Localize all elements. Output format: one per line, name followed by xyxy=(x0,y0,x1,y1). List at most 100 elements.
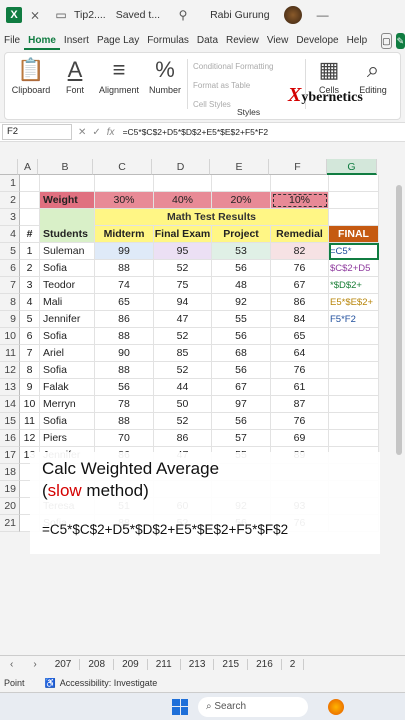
cell-final-exam[interactable]: 95 xyxy=(154,243,212,260)
cell-name[interactable]: Sofia xyxy=(40,328,95,345)
cell-final[interactable] xyxy=(329,396,379,413)
weight-midterm[interactable]: 30% xyxy=(95,192,154,209)
sheet-tab[interactable]: 209 xyxy=(114,659,148,670)
cell-remedial[interactable]: 76 xyxy=(271,260,329,277)
cell-remedial[interactable]: 76 xyxy=(271,362,329,379)
cell-final-exam[interactable]: 50 xyxy=(154,396,212,413)
row-header[interactable]: 8 xyxy=(0,294,20,311)
formula-input[interactable]: =C5*$C$2+D5*$D$2+E5*$E$2+F5*F2 xyxy=(123,127,269,137)
enter-icon[interactable]: ✓ xyxy=(92,127,100,138)
final-exam-header[interactable]: Final Exam xyxy=(154,226,212,243)
row-header[interactable]: 19 xyxy=(0,481,20,498)
cell-project[interactable]: 53 xyxy=(212,243,271,260)
col-header-g[interactable]: G xyxy=(327,159,377,175)
weight-project[interactable]: 20% xyxy=(212,192,271,209)
row-header[interactable]: 5 xyxy=(0,243,20,260)
cell-midterm[interactable]: 74 xyxy=(95,277,154,294)
search-icon[interactable]: ⚲ xyxy=(170,0,196,30)
cell-remedial[interactable]: 87 xyxy=(271,396,329,413)
col-header-b[interactable]: B xyxy=(38,159,93,175)
cell-remedial[interactable]: 76 xyxy=(271,413,329,430)
cell-name[interactable]: Sofia xyxy=(40,260,95,277)
accessibility-status[interactable]: Accessibility: Investigate xyxy=(60,678,158,688)
windows-start-icon[interactable] xyxy=(172,698,188,715)
row-header[interactable]: 13 xyxy=(0,379,20,396)
number-group[interactable]: % Number xyxy=(145,55,185,95)
sheet-tab[interactable]: 211 xyxy=(148,659,181,670)
sheet-tab[interactable]: 207 xyxy=(47,659,81,670)
select-all-corner[interactable] xyxy=(0,159,18,175)
cell[interactable] xyxy=(95,175,154,192)
weight-final-exam[interactable]: 40% xyxy=(154,192,212,209)
cell-final[interactable] xyxy=(329,345,379,362)
sheet-tab[interactable]: 213 xyxy=(181,659,215,670)
vertical-scrollbar[interactable] xyxy=(395,175,403,575)
cell-midterm[interactable]: 65 xyxy=(95,294,154,311)
cell[interactable] xyxy=(20,209,40,226)
cell-midterm[interactable]: 99 xyxy=(95,243,154,260)
cell-name[interactable]: Sofia xyxy=(40,362,95,379)
row-header[interactable]: 17 xyxy=(0,447,20,464)
cell-midterm[interactable]: 88 xyxy=(95,413,154,430)
cell[interactable] xyxy=(20,192,40,209)
cell-remedial[interactable]: 82 xyxy=(271,243,329,260)
accessibility-icon[interactable]: ♿ xyxy=(45,678,56,689)
weight-remedial[interactable]: 10% xyxy=(271,192,329,209)
cell-final-exam[interactable]: 52 xyxy=(154,328,212,345)
cell-num[interactable]: 3 xyxy=(20,277,40,294)
cell-remedial[interactable]: 67 xyxy=(271,277,329,294)
cell-name[interactable]: Teodor xyxy=(40,277,95,294)
cell[interactable] xyxy=(329,192,379,209)
cell-project[interactable]: 56 xyxy=(212,328,271,345)
cell-project[interactable]: 67 xyxy=(212,379,271,396)
alignment-group[interactable]: ≡ Alignment xyxy=(95,55,143,95)
prev-sheet-icon[interactable]: ‹ xyxy=(0,659,23,670)
cancel-icon[interactable]: ✕ xyxy=(78,127,86,138)
tab-page-layout[interactable]: Page Lay xyxy=(93,32,143,50)
cell-project[interactable]: 55 xyxy=(212,311,271,328)
cell-name[interactable]: Falak xyxy=(40,379,95,396)
cell-remedial[interactable]: 86 xyxy=(271,294,329,311)
row-header[interactable]: 18 xyxy=(0,464,20,481)
hash-header[interactable]: # xyxy=(20,226,40,243)
cell-num[interactable]: 1 xyxy=(20,243,40,260)
comments-button[interactable]: ▢ xyxy=(381,33,392,49)
row-header[interactable]: 10 xyxy=(0,328,20,345)
cell-name[interactable]: Suleman xyxy=(40,243,95,260)
cell-final[interactable] xyxy=(329,430,379,447)
cell-project[interactable]: 56 xyxy=(212,362,271,379)
cell-midterm[interactable]: 86 xyxy=(95,311,154,328)
tab-insert[interactable]: Insert xyxy=(60,32,93,50)
cell-name[interactable]: Piers xyxy=(40,430,95,447)
cell-remedial[interactable]: 84 xyxy=(271,311,329,328)
cell-num[interactable]: 10 xyxy=(20,396,40,413)
cell[interactable] xyxy=(154,175,212,192)
cell-num[interactable]: 9 xyxy=(20,379,40,396)
user-name[interactable]: Rabi Gurung xyxy=(210,9,270,21)
cell[interactable] xyxy=(329,209,379,226)
cell-final-exam[interactable]: 75 xyxy=(154,277,212,294)
cell-midterm[interactable]: 70 xyxy=(95,430,154,447)
col-header-a[interactable]: A xyxy=(18,159,38,175)
cell-num[interactable]: 4 xyxy=(20,294,40,311)
cell-styles-button[interactable]: Cell Styles xyxy=(193,95,273,114)
cell-final[interactable] xyxy=(329,328,379,345)
conditional-formatting-button[interactable]: Conditional Formatting xyxy=(193,57,273,76)
midterm-header[interactable]: Midterm xyxy=(95,226,154,243)
col-header-e[interactable]: E xyxy=(210,159,269,175)
cell-name[interactable]: Jennifer xyxy=(40,311,95,328)
tab-developer[interactable]: Develope xyxy=(292,32,342,50)
weight-label[interactable]: Weight xyxy=(40,192,95,209)
sheet-tab[interactable]: 215 xyxy=(214,659,249,670)
row-header[interactable]: 11 xyxy=(0,345,20,362)
final-header[interactable]: FINAL xyxy=(329,226,379,243)
cell-project[interactable]: 57 xyxy=(212,430,271,447)
row-header[interactable]: 21 xyxy=(0,515,20,532)
cell-final[interactable] xyxy=(329,379,379,396)
format-as-table-button[interactable]: Format as Table xyxy=(193,76,273,95)
col-header-d[interactable]: D xyxy=(152,159,210,175)
cell-midterm[interactable]: 88 xyxy=(95,362,154,379)
share-button[interactable]: ✎ xyxy=(395,33,405,49)
minimize-icon[interactable]: — xyxy=(310,0,336,30)
cell-final-exam[interactable]: 44 xyxy=(154,379,212,396)
